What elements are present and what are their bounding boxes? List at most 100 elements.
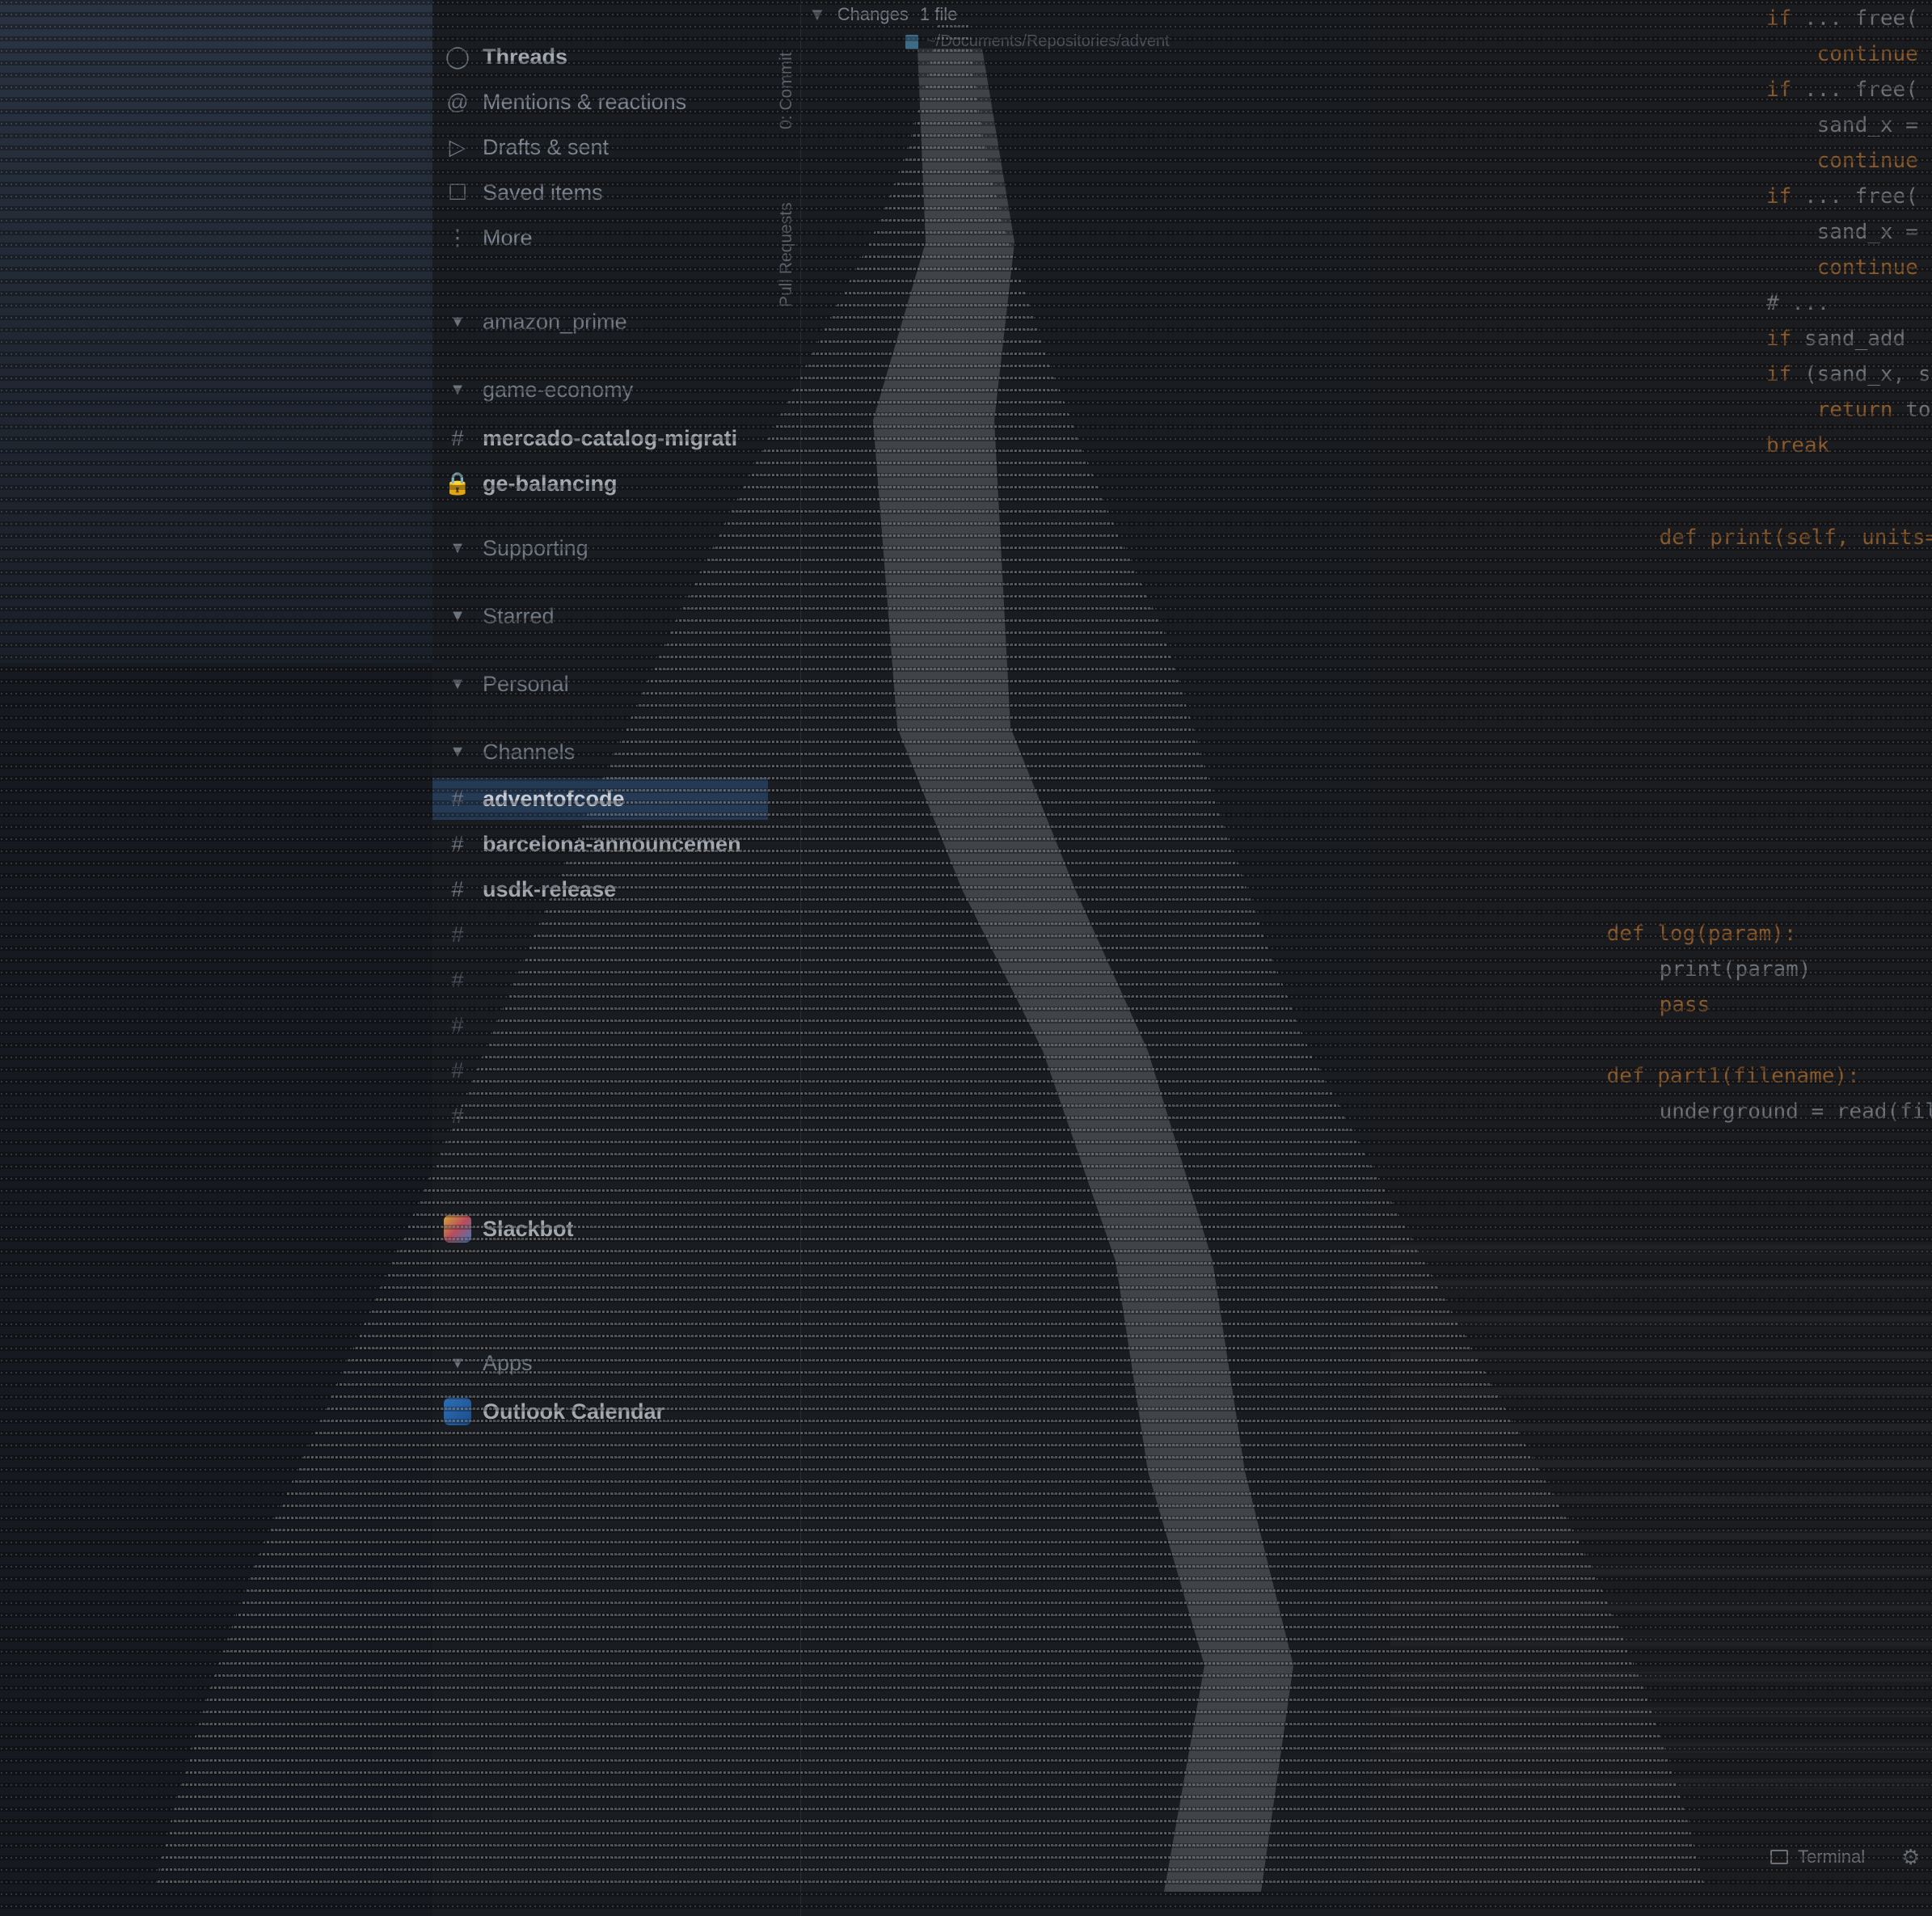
channel-label: ge-balancing: [483, 471, 618, 496]
section-starred[interactable]: ▼ Starred: [432, 595, 768, 637]
outlook-calendar-icon: [432, 1398, 483, 1425]
channel-usdk-release[interactable]: # usdk-release: [432, 868, 768, 910]
section-label: amazon_prime: [483, 309, 627, 334]
code-line: if ... free(: [1766, 6, 1918, 31]
sidebar-item-label: Threads: [483, 44, 568, 69]
caret-down-icon: ▼: [449, 1353, 466, 1372]
caret-down-icon: ▼: [449, 312, 466, 331]
hash-icon: #: [451, 876, 464, 901]
channel-adventofcode[interactable]: # adventofcode: [432, 778, 768, 820]
code-line-print-def: def print(self, units=...):: [1609, 501, 1932, 574]
channel-label: barcelona-announcemen: [483, 831, 741, 856]
hash-icon: #: [451, 831, 464, 856]
caret-down-icon: ▼: [808, 4, 826, 24]
sidebar-item-drafts[interactable]: ▷ Drafts & sent: [432, 126, 768, 168]
section-label: game-economy: [483, 377, 634, 402]
desktop: ◯ Threads @ Mentions & reactions ▷ Draft…: [0, 0, 1932, 1916]
channel-label: adventofcode: [483, 786, 625, 811]
lock-icon: 🔒: [444, 471, 471, 496]
caret-down-icon: ▼: [449, 380, 466, 399]
code-token: sand_x = ...: [1816, 113, 1932, 137]
sidebar-item-more[interactable]: ⋮ More: [432, 217, 768, 259]
python-file-icon: [905, 34, 918, 49]
section-game-economy[interactable]: ▼ game-economy: [432, 369, 768, 411]
caret-down-icon: ▼: [449, 742, 466, 761]
channel-mercado-catalog[interactable]: # mercado-catalog-migrati: [432, 417, 768, 459]
changed-file-path: ~/Documents/Repositories/advent: [926, 32, 1170, 50]
code-line: continue: [1766, 149, 1918, 173]
sidebar-item-mentions[interactable]: @ Mentions & reactions: [432, 81, 768, 123]
sidebar-item-threads[interactable]: ◯ Threads: [432, 36, 768, 78]
code-token: continue: [1766, 255, 1918, 280]
code-token: break: [1766, 433, 1830, 458]
sidebar-item-label: More: [483, 225, 533, 250]
code-token: return: [1766, 398, 1893, 422]
tool-tab-pull-requests[interactable]: Pull Requests: [777, 202, 796, 307]
code-token: continue: [1766, 42, 1918, 66]
channel-barcelona-announcements[interactable]: # barcelona-announcemen: [432, 823, 768, 865]
channel-label: usdk-release: [483, 876, 617, 901]
caret-down-icon: ▼: [449, 538, 466, 557]
slackbot-avatar: [432, 1215, 483, 1243]
code-token: sand_add: [1791, 327, 1906, 351]
dm-slackbot[interactable]: Slackbot: [432, 1208, 768, 1250]
channel-ge-balancing[interactable]: 🔒 ge-balancing: [432, 462, 768, 504]
code-line-part1-body: underground = read(filena: [1609, 1075, 1932, 1148]
code-line: sand_x = ...: [1766, 113, 1932, 137]
code-token: ... free(: [1791, 6, 1918, 31]
section-label: Personal: [483, 671, 569, 696]
code-line: if ... free(: [1766, 184, 1918, 209]
tool-tab-commit[interactable]: 0: Commit: [777, 52, 796, 129]
section-amazon-prime[interactable]: ▼ amazon_prime: [432, 301, 768, 343]
hash-icon: #: [451, 1012, 464, 1037]
code-line: if sand_add: [1766, 327, 1905, 351]
wallpaper-left: [0, 0, 432, 663]
section-personal[interactable]: ▼ Personal: [432, 663, 768, 705]
code-token: ... free(: [1791, 78, 1918, 102]
hash-icon: #: [451, 425, 464, 450]
channel-placeholder-4[interactable]: #: [432, 1049, 768, 1091]
more-vertical-icon: ⋮: [446, 225, 469, 250]
section-apps[interactable]: ▼ Apps: [432, 1342, 768, 1384]
section-supporting[interactable]: ▼ Supporting: [432, 527, 768, 569]
code-token: if: [1766, 78, 1792, 102]
hash-icon: #: [451, 1057, 464, 1082]
app-outlook-calendar[interactable]: Outlook Calendar: [432, 1391, 768, 1433]
section-label: Starred: [483, 603, 555, 628]
code-token: continue: [1766, 149, 1918, 173]
vcs-tool-strip: 0: Commit Pull Requests: [772, 0, 801, 1916]
terminal-icon: [1770, 1850, 1788, 1864]
channel-placeholder-1[interactable]: #: [432, 914, 768, 956]
terminal-tab[interactable]: Terminal: [1770, 1846, 1865, 1867]
section-label: Apps: [483, 1350, 533, 1375]
code-line: sand_x = ...: [1766, 220, 1932, 244]
code-token: sand_x = ...: [1816, 220, 1932, 244]
channel-placeholder-3[interactable]: #: [432, 1004, 768, 1046]
caret-down-icon: ▼: [449, 606, 466, 625]
section-channels[interactable]: ▼ Channels: [432, 731, 768, 773]
code-line: if (sand_x, s: [1766, 362, 1931, 386]
code-line-pass: pass: [1609, 969, 1711, 1041]
channel-placeholder-2[interactable]: #: [432, 959, 768, 1001]
channel-placeholder-5[interactable]: #: [432, 1095, 768, 1137]
changes-header[interactable]: ▼ Changes 1 file: [808, 0, 957, 29]
hash-icon: #: [451, 1103, 464, 1128]
code-token: if: [1766, 327, 1792, 351]
gear-icon[interactable]: ⚙: [1901, 1845, 1920, 1870]
code-token: ... free(: [1791, 184, 1918, 209]
sidebar-item-saved[interactable]: ☐ Saved items: [432, 171, 768, 213]
sidebar-item-label: Mentions & reactions: [483, 89, 687, 114]
dm-label: Slackbot: [483, 1216, 574, 1241]
code-token: underground = read(filena: [1659, 1099, 1932, 1124]
changes-title: Changes: [837, 4, 909, 24]
code-token: to: [1892, 398, 1931, 422]
sidebar-item-label: Drafts & sent: [483, 134, 610, 159]
hash-icon: #: [451, 922, 464, 947]
changed-file-row[interactable]: ~/Documents/Repositories/advent: [905, 32, 1170, 51]
send-icon: ▷: [449, 134, 466, 159]
code-line: continue: [1766, 255, 1918, 280]
code-line: return to: [1766, 398, 1931, 422]
code-line: if ... free(: [1766, 78, 1918, 102]
sidebar-item-label: Saved items: [483, 179, 603, 205]
slack-sidebar: ◯ Threads @ Mentions & reactions ▷ Draft…: [432, 0, 768, 1916]
